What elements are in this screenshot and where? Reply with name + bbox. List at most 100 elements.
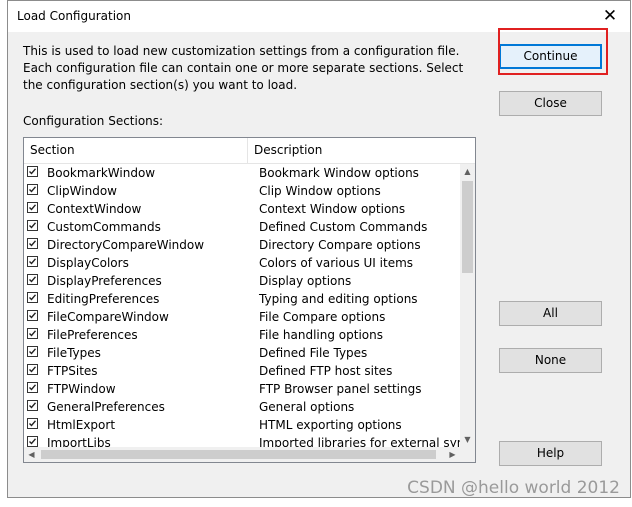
row-checkbox[interactable] xyxy=(27,166,38,177)
row-checkbox[interactable] xyxy=(27,274,38,285)
horizontal-scroll-thumb[interactable] xyxy=(41,450,436,459)
table-row[interactable]: CustomCommands Defined Custom Commands xyxy=(24,218,460,236)
vertical-scrollbar[interactable]: ▲ ▼ xyxy=(460,164,475,447)
scroll-down-icon[interactable]: ▼ xyxy=(460,432,475,447)
close-button[interactable]: Close xyxy=(499,91,602,116)
checkmark-icon xyxy=(29,258,37,265)
row-section: FTPWindow xyxy=(47,382,116,396)
table-row[interactable]: ImportLibs Imported libraries for externa… xyxy=(24,434,460,447)
table-row[interactable]: FileTypes Defined File Types xyxy=(24,344,460,362)
checkmark-icon xyxy=(29,276,37,283)
sections-list[interactable]: Section Description BookmarkWindow Bookma… xyxy=(23,137,476,463)
row-description: Typing and editing options xyxy=(259,292,418,306)
row-section: FileTypes xyxy=(47,346,101,360)
row-description: File Compare options xyxy=(259,310,386,324)
load-configuration-dialog: Load Configuration ✕ This is used to loa… xyxy=(7,0,631,498)
checkmark-icon xyxy=(29,420,37,427)
row-section: GeneralPreferences xyxy=(47,400,165,414)
checkmark-icon xyxy=(29,186,37,193)
scroll-left-icon[interactable]: ◀ xyxy=(24,447,39,462)
all-button[interactable]: All xyxy=(499,301,602,326)
row-description: Imported libraries for external syn xyxy=(259,436,460,447)
row-checkbox[interactable] xyxy=(27,202,38,213)
row-section: ContextWindow xyxy=(47,202,142,216)
table-row[interactable]: FilePreferences File handling options xyxy=(24,326,460,344)
dialog-title: Load Configuration xyxy=(17,9,131,23)
vertical-scroll-thumb[interactable] xyxy=(462,181,473,273)
table-row[interactable]: EditingPreferences Typing and editing opt… xyxy=(24,290,460,308)
checkmark-icon xyxy=(29,402,37,409)
row-section: ClipWindow xyxy=(47,184,117,198)
table-row[interactable]: HtmlExport HTML exporting options xyxy=(24,416,460,434)
row-description: HTML exporting options xyxy=(259,418,402,432)
row-description: Clip Window options xyxy=(259,184,381,198)
row-section: FileCompareWindow xyxy=(47,310,169,324)
row-checkbox[interactable] xyxy=(27,184,38,195)
checkmark-icon xyxy=(29,438,37,445)
row-section: FTPSites xyxy=(47,364,98,378)
checkmark-icon xyxy=(29,384,37,391)
row-description: FTP Browser panel settings xyxy=(259,382,422,396)
row-description: Context Window options xyxy=(259,202,406,216)
row-checkbox[interactable] xyxy=(27,436,38,447)
scroll-up-icon[interactable]: ▲ xyxy=(460,164,475,179)
table-row[interactable]: ClipWindow Clip Window options xyxy=(24,182,460,200)
scrollbar-corner xyxy=(460,447,475,462)
row-section: HtmlExport xyxy=(47,418,116,432)
table-row[interactable]: DisplayPreferences Display options xyxy=(24,272,460,290)
table-row[interactable]: BookmarkWindow Bookmark Window options xyxy=(24,164,460,182)
scroll-right-icon[interactable]: ▶ xyxy=(445,447,460,462)
row-description: Directory Compare options xyxy=(259,238,421,252)
row-description: Defined File Types xyxy=(259,346,368,360)
highlight-box xyxy=(498,28,608,75)
checkmark-icon xyxy=(29,240,37,247)
table-row[interactable]: FTPWindow FTP Browser panel settings xyxy=(24,380,460,398)
checkmark-icon xyxy=(29,348,37,355)
table-row[interactable]: ContextWindow Context Window options xyxy=(24,200,460,218)
sections-label: Configuration Sections: xyxy=(23,114,164,128)
row-description: Display options xyxy=(259,274,352,288)
checkmark-icon xyxy=(29,330,37,337)
row-section: EditingPreferences xyxy=(47,292,160,306)
checkmark-icon xyxy=(29,366,37,373)
horizontal-scrollbar[interactable]: ◀ ▶ xyxy=(24,447,460,462)
row-checkbox[interactable] xyxy=(27,256,38,267)
row-description: File handling options xyxy=(259,328,383,342)
row-checkbox[interactable] xyxy=(27,328,38,339)
table-row[interactable]: DirectoryCompareWindow Directory Compare … xyxy=(24,236,460,254)
row-description: Bookmark Window options xyxy=(259,166,419,180)
checkmark-icon xyxy=(29,222,37,229)
checkmark-icon xyxy=(29,294,37,301)
row-section: ImportLibs xyxy=(47,436,111,447)
row-checkbox[interactable] xyxy=(27,346,38,357)
checkmark-icon xyxy=(29,312,37,319)
row-checkbox[interactable] xyxy=(27,310,38,321)
close-icon[interactable]: ✕ xyxy=(598,4,622,28)
watermark: CSDN @hello world 2012 xyxy=(407,478,620,498)
row-section: DirectoryCompareWindow xyxy=(47,238,205,252)
table-row[interactable]: FTPSites Defined FTP host sites xyxy=(24,362,460,380)
row-section: DisplayPreferences xyxy=(47,274,162,288)
row-description: Colors of various UI items xyxy=(259,256,414,270)
list-header: Section Description xyxy=(24,138,475,164)
row-section: BookmarkWindow xyxy=(47,166,156,180)
row-checkbox[interactable] xyxy=(27,364,38,375)
row-checkbox[interactable] xyxy=(27,220,38,231)
list-rows: BookmarkWindow Bookmark Window options Cli… xyxy=(24,164,460,447)
table-row[interactable]: DisplayColors Colors of various UI items xyxy=(24,254,460,272)
row-description: General options xyxy=(259,400,355,414)
row-checkbox[interactable] xyxy=(27,382,38,393)
table-row[interactable]: FileCompareWindow File Compare options xyxy=(24,308,460,326)
column-header-section[interactable]: Section xyxy=(24,138,248,163)
checkmark-icon xyxy=(29,204,37,211)
row-description: Defined Custom Commands xyxy=(259,220,428,234)
none-button[interactable]: None xyxy=(499,348,602,373)
row-checkbox[interactable] xyxy=(27,418,38,429)
table-row[interactable]: GeneralPreferences General options xyxy=(24,398,460,416)
row-section: DisplayColors xyxy=(47,256,129,270)
column-header-description[interactable]: Description xyxy=(248,138,475,163)
row-checkbox[interactable] xyxy=(27,292,38,303)
help-button[interactable]: Help xyxy=(499,441,602,466)
row-checkbox[interactable] xyxy=(27,238,38,249)
row-checkbox[interactable] xyxy=(27,400,38,411)
